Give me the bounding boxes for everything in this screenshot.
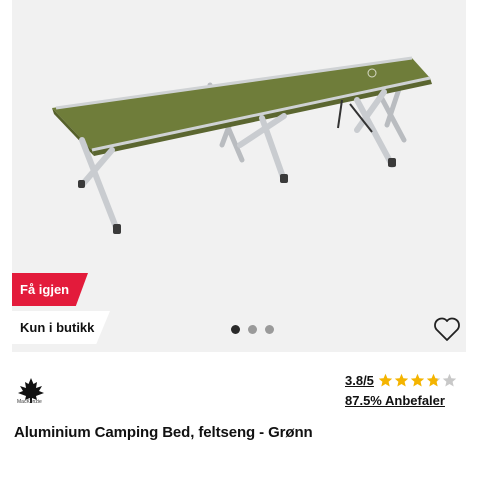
product-image[interactable] bbox=[12, 0, 466, 352]
product-gallery[interactable] bbox=[12, 0, 466, 352]
brand-name: MacKenzie bbox=[17, 399, 42, 405]
cashback-badge: Få igjen bbox=[12, 273, 88, 306]
star-icon bbox=[442, 373, 457, 387]
rating-summary[interactable]: 3.8/5 bbox=[345, 373, 458, 388]
rating-score[interactable]: 3.8/5 bbox=[345, 373, 374, 388]
carousel-dots[interactable] bbox=[231, 325, 274, 334]
store-only-badge: Kun i butikk bbox=[12, 311, 110, 344]
star-icon bbox=[394, 373, 409, 387]
carousel-dot[interactable] bbox=[231, 325, 240, 334]
heart-outline-icon[interactable] bbox=[433, 316, 461, 342]
star-icon bbox=[378, 373, 393, 387]
carousel-dot[interactable] bbox=[248, 325, 257, 334]
product-title: Aluminium Camping Bed, feltseng - Grønn bbox=[14, 424, 313, 441]
rating-stars bbox=[378, 373, 458, 388]
recommend-percentage[interactable]: 87.5% Anbefaler bbox=[345, 393, 445, 408]
carousel-dot[interactable] bbox=[265, 325, 274, 334]
star-icon bbox=[410, 373, 425, 387]
star-icon bbox=[426, 373, 441, 387]
